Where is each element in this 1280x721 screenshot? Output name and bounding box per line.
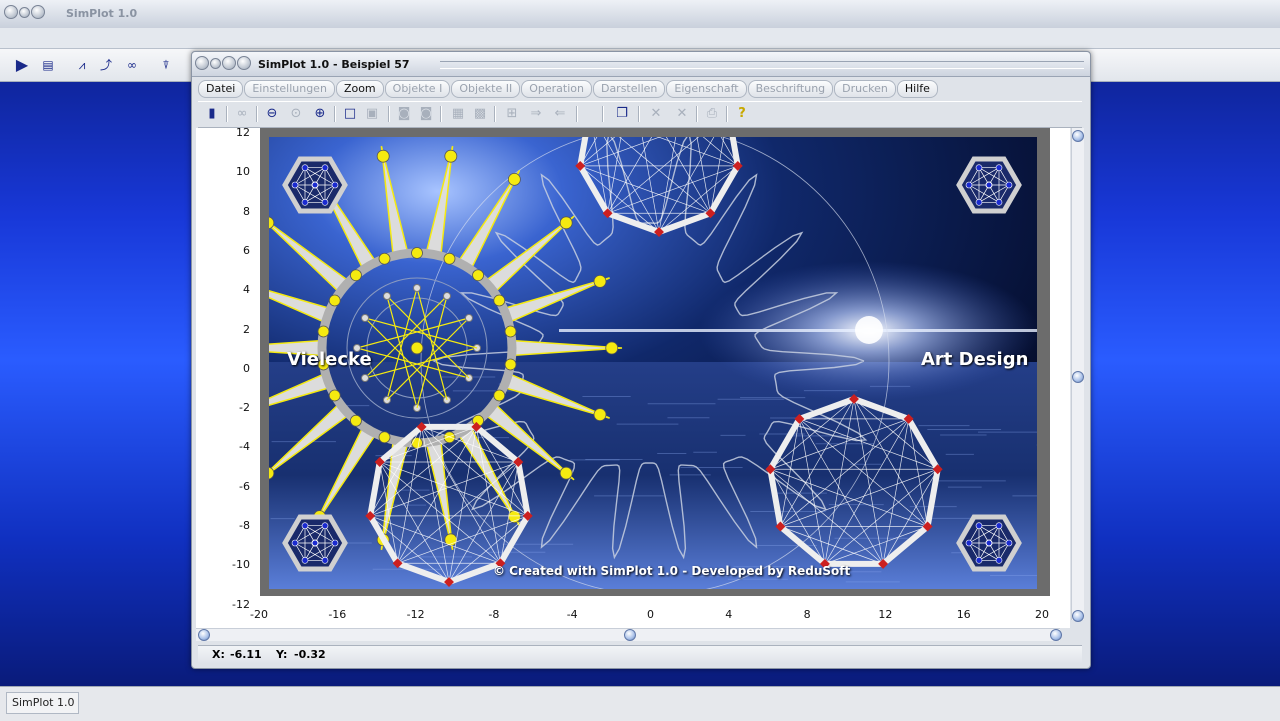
title-grip: [440, 61, 1084, 69]
print-icon[interactable]: ⎙: [702, 105, 722, 123]
y-coord-value: -0.32: [294, 648, 326, 661]
scroll-left-button[interactable]: [198, 629, 210, 641]
window-close-button[interactable]: [195, 56, 209, 70]
window-title: SimPlot 1.0 - Beispiel 57: [258, 58, 410, 71]
outer-maximize-button[interactable]: [31, 5, 45, 19]
x-tick-label: 4: [709, 608, 749, 621]
simplot-window: SimPlot 1.0 - Beispiel 57 Datei Einstellu…: [191, 51, 1091, 669]
run-icon[interactable]: ▶: [12, 56, 32, 74]
menu-eigenschaft[interactable]: Eigenschaft: [666, 80, 746, 98]
x-coord-label: X:: [212, 648, 225, 661]
x-tick-label: -4: [552, 608, 592, 621]
menu-hilfe[interactable]: Hilfe: [897, 80, 938, 98]
menu-drucken[interactable]: Drucken: [834, 80, 896, 98]
right-caption: Art Design: [921, 349, 1028, 370]
window-title-bar: SimPlot 1.0 - Beispiel 57: [192, 52, 1090, 77]
rectangle-icon[interactable]: □: [340, 105, 360, 123]
glasses-icon[interactable]: ∞: [232, 105, 252, 123]
outer-window-buttons[interactable]: [4, 5, 46, 19]
x-tick-label: -20: [239, 608, 279, 621]
vertical-scrollbar[interactable]: [1071, 128, 1084, 620]
menu-bar: Datei Einstellungen Zoom Objekte I Objekte I…: [198, 80, 939, 100]
x-tick-label: 8: [787, 608, 827, 621]
cross-alt-icon[interactable]: ✕: [672, 105, 692, 123]
taskbar: SimPlot 1.0: [0, 686, 1280, 721]
zoom-out-icon[interactable]: ⊖: [262, 105, 282, 123]
y-tick-label: 2: [196, 323, 250, 336]
loop-icon[interactable]: ∞: [122, 56, 142, 74]
left-caption: Vielecke: [287, 349, 372, 370]
y-tick-label: 10: [196, 165, 250, 178]
scroll-up-button[interactable]: [1072, 130, 1084, 142]
outer-window-title: SimPlot 1.0: [66, 7, 137, 20]
horizontal-scrollbar[interactable]: [196, 628, 1060, 641]
plot-area[interactable]: 12 10 8 6 4 2 0 -2 -4 -6 -8 -10 -12 -20 -16 -12 -8 -4 0 4 8…: [196, 128, 1070, 628]
outer-close-button[interactable]: [4, 5, 18, 19]
y-tick-label: -10: [196, 558, 250, 571]
filter-icon[interactable]: ⍒: [156, 56, 176, 74]
y-tick-label: 12: [196, 126, 250, 139]
menu-datei[interactable]: Datei: [198, 80, 243, 98]
calculator-icon[interactable]: ▮: [202, 105, 222, 123]
window-restore-button[interactable]: [237, 56, 251, 70]
y-coord-label: Y:: [276, 648, 287, 661]
x-tick-label: -12: [396, 608, 436, 621]
window-toolbar: ▮ ∞ ⊖ ⊙ ⊕ □ ▣ ◙ ◙ ▦ ▩ ⊞ ⇒ ⇐ ❐ ✕ ✕ ⎙ ?: [198, 101, 1082, 128]
menu-objekte-2[interactable]: Objekte II: [451, 80, 520, 98]
menu-einstellungen[interactable]: Einstellungen: [244, 80, 335, 98]
menu-objekte-1[interactable]: Objekte I: [385, 80, 451, 98]
taskbar-item-simplot[interactable]: SimPlot 1.0: [6, 692, 79, 714]
y-tick-label: 4: [196, 283, 250, 296]
credit-text: © Created with SimPlot 1.0 - Developed b…: [493, 564, 850, 578]
outer-title-bar: SimPlot 1.0: [0, 0, 1280, 29]
y-tick-label: -2: [196, 401, 250, 414]
y-tick-label: 8: [196, 205, 250, 218]
scroll-down-button[interactable]: [1072, 610, 1084, 622]
x-tick-label: 0: [631, 608, 671, 621]
y-tick-label: -8: [196, 519, 250, 532]
y-tick-label: -4: [196, 440, 250, 453]
x-tick-label: 20: [1022, 608, 1062, 621]
outer-minimize-button[interactable]: [19, 7, 30, 18]
scroll-right-button[interactable]: [1050, 629, 1062, 641]
window-maximize-button[interactable]: [222, 56, 236, 70]
zoom-icon[interactable]: ⊙: [286, 105, 306, 123]
help-icon[interactable]: ?: [732, 105, 752, 123]
frame-icon[interactable]: ◙: [394, 105, 414, 123]
menu-zoom[interactable]: Zoom: [336, 80, 384, 98]
window-buttons[interactable]: [195, 56, 252, 70]
line-plot-icon[interactable]: ⩘: [72, 56, 92, 74]
curve-plot-icon[interactable]: ⤴: [96, 56, 116, 74]
frame-alt-icon[interactable]: ◙: [416, 105, 436, 123]
copy-icon[interactable]: ❐: [612, 105, 632, 123]
x-tick-label: -16: [317, 608, 357, 621]
vertical-scroll-thumb[interactable]: [1072, 371, 1084, 383]
menu-darstellen[interactable]: Darstellen: [593, 80, 665, 98]
grid-icon[interactable]: ▦: [448, 105, 468, 123]
split-icon[interactable]: ⊞: [502, 105, 522, 123]
window-minimize-button[interactable]: [210, 58, 221, 69]
double-rect-icon[interactable]: ▣: [362, 105, 382, 123]
zoom-in-icon[interactable]: ⊕: [310, 105, 330, 123]
outer-menubar: [0, 28, 1280, 49]
art-canvas[interactable]: Vielecke Art Design © Created with SimPl…: [269, 137, 1037, 589]
arrow-right-icon[interactable]: ⇒: [526, 105, 546, 123]
y-tick-label: 0: [196, 362, 250, 375]
x-tick-label: 16: [944, 608, 984, 621]
x-tick-label: -8: [474, 608, 514, 621]
horizontal-scroll-thumb[interactable]: [624, 629, 636, 641]
table-icon[interactable]: ▤: [38, 56, 58, 74]
x-coord-value: -6.11: [230, 648, 262, 661]
y-tick-label: -6: [196, 480, 250, 493]
menu-beschriftung[interactable]: Beschriftung: [748, 80, 834, 98]
x-tick-label: 12: [865, 608, 905, 621]
status-bar: X: -6.11 Y: -0.32: [198, 645, 1082, 664]
y-tick-label: 6: [196, 244, 250, 257]
cross-icon[interactable]: ✕: [646, 105, 666, 123]
grid-edit-icon[interactable]: ▩: [470, 105, 490, 123]
arrow-left-icon[interactable]: ⇐: [550, 105, 570, 123]
menu-operation[interactable]: Operation: [521, 80, 592, 98]
